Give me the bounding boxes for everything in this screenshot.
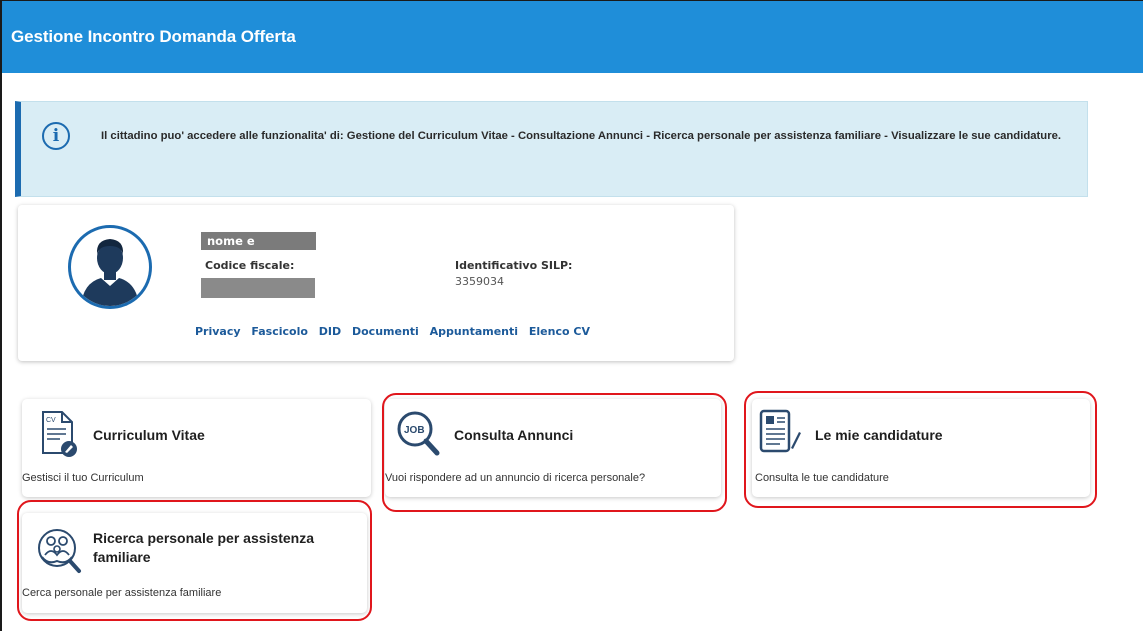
tile-ricerca-personale[interactable]: Ricerca personale per assistenza familia… — [22, 513, 367, 613]
profile-card: nome e cognome Codice fiscale: Identific… — [18, 205, 734, 361]
info-circle-icon: i — [42, 122, 70, 150]
link-appuntamenti[interactable]: Appuntamenti — [430, 325, 518, 338]
job-search-icon: JOB — [395, 409, 440, 457]
user-avatar-icon — [68, 225, 152, 309]
tile-description: Gestisci il tuo Curriculum — [22, 472, 144, 484]
link-documenti[interactable]: Documenti — [352, 325, 419, 338]
tile-title: Ricerca personale per assistenza familia… — [93, 530, 315, 565]
tile-title: Le mie candidature — [815, 427, 943, 443]
link-privacy[interactable]: Privacy — [195, 325, 241, 338]
link-fascicolo[interactable]: Fascicolo — [251, 325, 308, 338]
silp-value: 3359034 — [455, 275, 504, 288]
link-did[interactable]: DID — [319, 325, 341, 338]
link-elenco-cv[interactable]: Elenco CV — [529, 325, 590, 338]
codice-fiscale-redacted — [201, 278, 315, 298]
tile-description: Consulta le tue candidature — [755, 472, 889, 484]
tile-title: Curriculum Vitae — [93, 427, 205, 443]
tile-description: Vuoi rispondere ad un annuncio di ricerc… — [385, 472, 646, 484]
page-header: Gestione Incontro Domanda Offerta — [2, 1, 1143, 73]
tile-curriculum-vitae[interactable]: CV Curriculum Vitae Gestisci il tuo Curr… — [22, 399, 371, 497]
family-care-icon — [36, 527, 81, 575]
svg-text:JOB: JOB — [404, 425, 425, 436]
user-name: nome e cognome — [201, 232, 316, 266]
tile-consulta-annunci[interactable]: JOB Consulta Annunci Vuoi rispondere ad … — [385, 399, 721, 497]
tile-description: Cerca personale per assistenza familiare — [22, 587, 222, 599]
profile-links: Privacy Fascicolo DID Documenti Appuntam… — [195, 325, 597, 338]
tile-le-mie-candidature[interactable]: Le mie candidature Consulta le tue candi… — [752, 399, 1090, 497]
silp-label: Identificativo SILP: — [455, 259, 573, 272]
svg-text:CV: CV — [46, 417, 56, 424]
codice-fiscale-label: Codice fiscale: — [205, 259, 295, 272]
info-text: Il cittadino puo' accedere alle funziona… — [101, 130, 1062, 142]
info-alert: i Il cittadino puo' accedere alle funzio… — [15, 101, 1088, 197]
tile-title: Consulta Annunci — [454, 427, 574, 443]
cv-document-icon: CV — [40, 409, 80, 457]
clipboard-icon — [758, 408, 801, 456]
page-title: Gestione Incontro Domanda Offerta — [11, 27, 296, 46]
